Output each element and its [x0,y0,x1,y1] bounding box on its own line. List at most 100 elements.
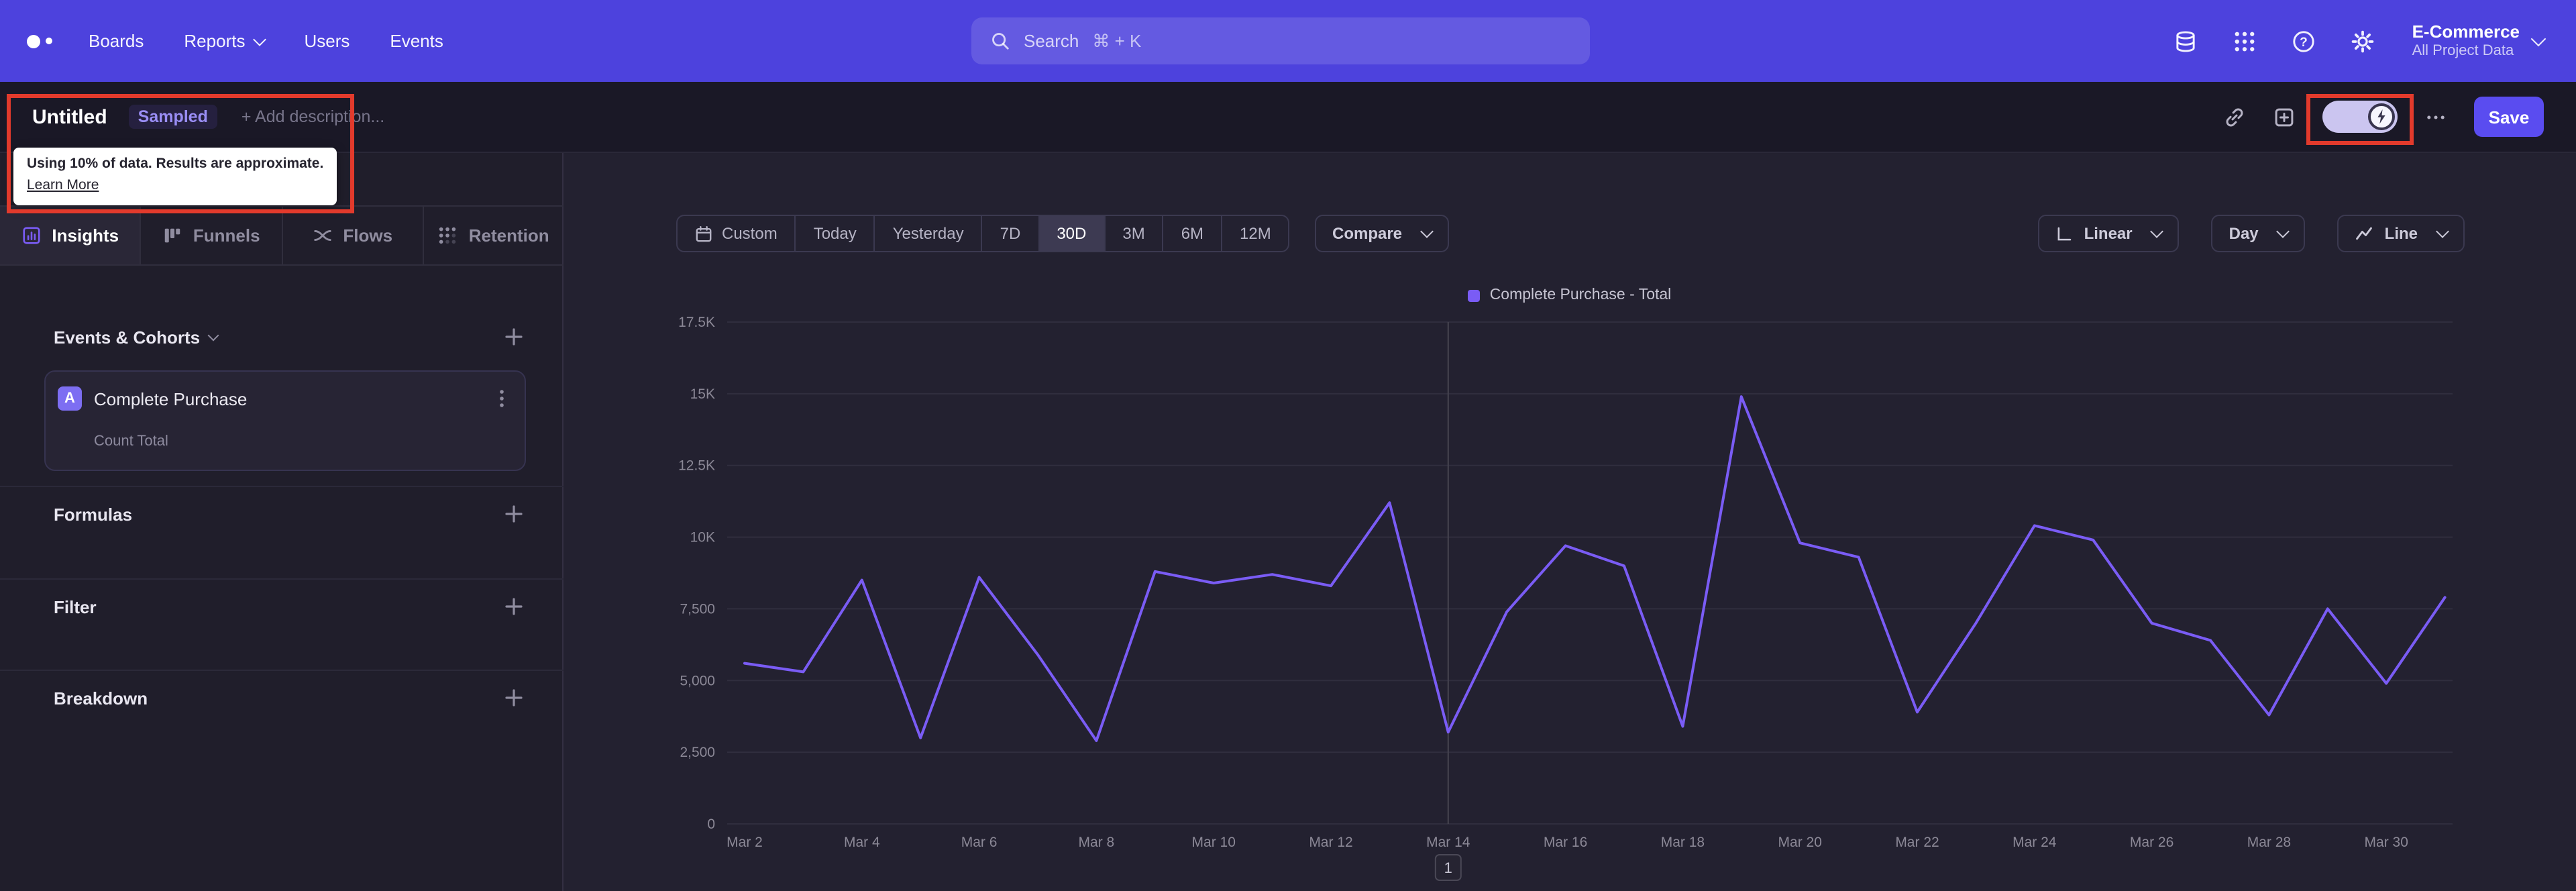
add-breakdown-button[interactable] [503,687,525,709]
events-section-title[interactable]: Events & Cohorts [54,327,219,347]
search-icon [992,33,1009,50]
sampling-toggle-knob [2368,103,2395,130]
svg-text:Mar 26: Mar 26 [2130,835,2174,850]
add-event-button[interactable] [503,326,525,348]
mixpanel-logo[interactable] [27,34,64,48]
svg-text:Mar 28: Mar 28 [2247,835,2291,850]
project-selector[interactable]: E-Commerce All Project Data [2412,21,2546,60]
svg-text:Mar 4: Mar 4 [844,835,880,850]
search-input[interactable]: Search ⌘ + K [971,17,1590,64]
primary-nav: Boards Reports Users Events [89,31,443,51]
filter-section-header: Filter [54,593,525,620]
svg-text:Mar 16: Mar 16 [1544,835,1587,850]
top-navbar: Boards Reports Users Events Search ⌘ + K… [0,0,2576,82]
report-header-actions: Save [2223,97,2544,137]
funnels-icon [164,228,180,243]
tab-retention-label: Retention [468,225,549,246]
svg-text:15K: 15K [690,386,715,402]
event-card-row: A Complete Purchase [58,386,511,411]
add-filter-button[interactable] [503,596,525,617]
svg-text:?: ? [2300,35,2308,49]
svg-text:Mar 12: Mar 12 [1309,835,1352,850]
svg-text:7,500: 7,500 [680,601,715,617]
events-section-header: Events & Cohorts [54,323,525,350]
nav-boards[interactable]: Boards [89,31,144,51]
svg-text:5,000: 5,000 [680,673,715,688]
description-placeholder[interactable]: + Add description... [241,107,384,126]
event-more-icon[interactable] [492,388,511,409]
chevron-down-icon [207,329,219,341]
tab-funnels-label: Funnels [193,225,260,246]
logo-dot [46,38,52,44]
report-type-tabs: Insights Funnels Flows Retention [0,205,564,266]
project-name: E-Commerce [2412,21,2520,42]
project-scope: All Project Data [2412,42,2514,59]
event-card-complete-purchase[interactable]: A Complete Purchase Count Total [44,370,526,471]
series-line [743,395,2447,742]
add-to-board-icon[interactable] [2273,105,2296,128]
line-chart[interactable]: 0 2,500 5,000 7,500 10K 12.5K 15K 17.5K 1 Mar 2 Ma… [564,153,2576,891]
settings-gear-icon[interactable] [2351,29,2375,53]
tab-insights[interactable]: Insights [0,207,142,264]
nav-reports[interactable]: Reports [184,31,266,51]
copy-link-icon[interactable] [2223,105,2246,128]
flows-icon [313,230,331,241]
svg-text:Mar 22: Mar 22 [1895,835,1939,850]
svg-text:Mar 6: Mar 6 [961,835,998,850]
sampling-tooltip-message: Using 10% of data. Results are approxima… [27,156,324,172]
search-placeholder: Search [1024,31,1079,51]
tab-insights-label: Insights [52,225,119,246]
lightning-icon [2377,109,2385,124]
more-options-icon[interactable] [2424,105,2447,128]
svg-text:0: 0 [707,817,715,832]
event-letter-chip: A [58,386,82,411]
chevron-down-icon [252,32,266,46]
report-title[interactable]: Untitled [32,105,107,128]
svg-text:Mar 20: Mar 20 [1778,835,1822,850]
tab-flows-label: Flows [343,225,393,246]
svg-text:Mar 2: Mar 2 [727,835,763,850]
chart-panel: Custom Today Yesterday 7D 30D 3M 6M 12M … [564,153,2576,891]
svg-text:10K: 10K [690,530,715,545]
filter-section-title: Filter [54,596,97,617]
formulas-section-header: Formulas [54,501,525,527]
app-root: Boards Reports Users Events Search ⌘ + K… [0,0,2576,891]
svg-text:Mar 14: Mar 14 [1426,835,1470,850]
report-sidebar: Insights Funnels Flows Retention Events … [0,153,564,891]
help-icon[interactable]: ? [2292,29,2316,53]
sampling-tooltip: Using 10% of data. Results are approxima… [13,148,337,205]
breakdown-section-header: Breakdown [54,684,525,711]
sampling-toggle[interactable] [2322,101,2398,133]
data-icon[interactable] [2174,29,2198,53]
breakdown-section-title: Breakdown [54,688,148,708]
save-button[interactable]: Save [2474,97,2544,137]
svg-text:12.5K: 12.5K [678,458,715,474]
svg-text:Mar 30: Mar 30 [2365,835,2408,850]
nav-users[interactable]: Users [304,31,350,51]
svg-text:2,500: 2,500 [680,745,715,760]
learn-more-link[interactable]: Learn More [27,177,99,193]
sidebar-divider [0,578,564,580]
add-formula-button[interactable] [503,503,525,525]
svg-text:Mar 8: Mar 8 [1079,835,1115,850]
event-name: Complete Purchase [94,388,248,409]
report-header: Untitled Sampled + Add description... Sa… [0,82,2576,153]
tab-funnels[interactable]: Funnels [142,207,282,264]
svg-text:17.5K: 17.5K [678,315,715,330]
tab-retention[interactable]: Retention [424,207,564,264]
search-shortcut: ⌘ + K [1092,30,1142,50]
nav-reports-label: Reports [184,31,246,51]
sampled-badge[interactable]: Sampled [128,105,217,129]
apps-grid-icon[interactable] [2233,29,2257,53]
nav-events[interactable]: Events [390,31,443,51]
svg-text:1: 1 [1444,859,1452,876]
tab-flows[interactable]: Flows [282,207,424,264]
logo-dot [27,34,40,48]
project-text: E-Commerce All Project Data [2412,21,2520,60]
svg-text:Mar 10: Mar 10 [1192,835,1236,850]
svg-text:Mar 24: Mar 24 [2012,835,2057,850]
sidebar-divider [0,486,564,487]
svg-text:Mar 18: Mar 18 [1661,835,1705,850]
events-section-label: Events & Cohorts [54,327,201,347]
event-metric-selector[interactable]: Count Total [94,433,168,450]
